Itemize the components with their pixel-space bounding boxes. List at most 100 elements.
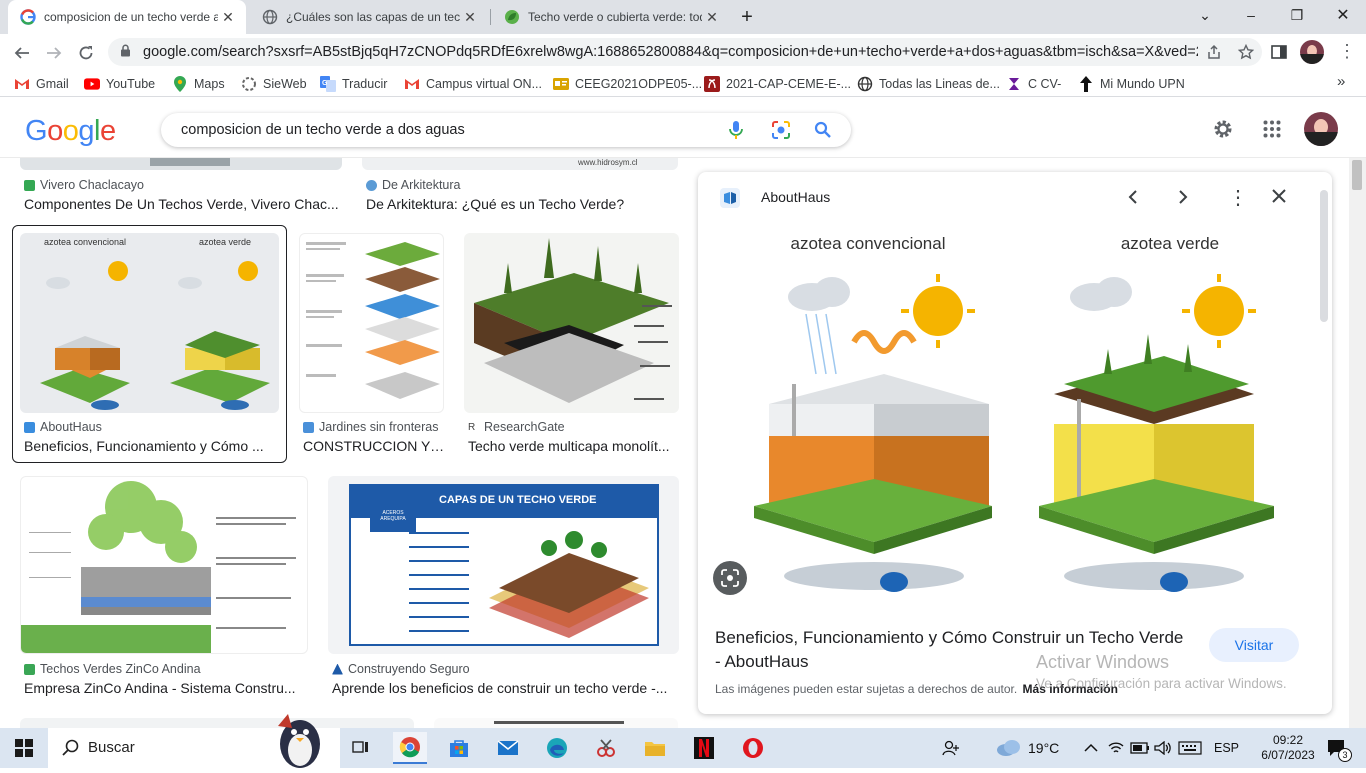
account-avatar[interactable] — [1304, 112, 1338, 146]
result-source[interactable]: Construyendo Seguro — [332, 662, 470, 676]
result-title[interactable]: CONSTRUCCION Y ... — [303, 438, 445, 454]
input-language[interactable]: ESP — [1214, 728, 1239, 768]
bookmark-upn[interactable]: Mi Mundo UPN — [1078, 76, 1185, 92]
result-image-4[interactable] — [299, 233, 444, 413]
settings-gear-icon[interactable] — [1212, 118, 1234, 145]
result-source[interactable]: Vivero Chaclacayo — [24, 178, 144, 192]
more-options-icon[interactable]: ⋮ — [1228, 185, 1248, 210]
taskbar-opera[interactable] — [736, 732, 770, 764]
search-input[interactable] — [181, 122, 701, 138]
taskbar-store[interactable] — [442, 732, 476, 764]
people-icon[interactable] — [942, 728, 960, 768]
tab-search-button[interactable]: ⌄ — [1182, 0, 1228, 30]
new-tab-button[interactable]: + — [732, 2, 762, 32]
back-button[interactable] — [8, 40, 36, 66]
chevron-left-icon[interactable] — [1124, 187, 1144, 212]
result-title[interactable]: Empresa ZinCo Andina - Sistema Constru..… — [24, 680, 308, 696]
bookmark-traducir[interactable]: G Traducir — [320, 76, 387, 92]
volume-icon[interactable] — [1154, 728, 1172, 768]
bookmark-campus[interactable]: Campus virtual ON... — [404, 76, 542, 92]
bookmarks-more[interactable]: » — [1337, 73, 1345, 90]
taskbar-edge[interactable] — [540, 732, 574, 764]
lens-icon[interactable] — [771, 120, 791, 144]
keyboard-icon[interactable] — [1178, 728, 1202, 768]
side-panel-icon[interactable] — [1270, 43, 1288, 66]
result-title[interactable]: Techo verde multicapa monolít... — [468, 438, 678, 454]
network-icon[interactable] — [1108, 728, 1124, 768]
microphone-icon[interactable] — [729, 121, 743, 143]
search-icon[interactable] — [814, 121, 831, 142]
image-label: azotea verde — [199, 237, 251, 247]
browser-menu-icon[interactable]: ⋮ — [1338, 42, 1356, 60]
profile-avatar[interactable] — [1300, 40, 1324, 64]
bookmark-sieweb[interactable]: SieWeb — [241, 76, 307, 92]
result-image-6[interactable] — [20, 476, 308, 654]
chevron-up-icon[interactable] — [1084, 728, 1098, 768]
source-label: Techos Verdes ZinCo Andina — [40, 662, 201, 676]
address-bar[interactable]: google.com/search?sxsrf=AB5stBjq5qH7zCNO… — [108, 38, 1262, 66]
minimize-button[interactable]: – — [1228, 0, 1274, 30]
page-scrollbar[interactable] — [1349, 158, 1366, 728]
battery-icon[interactable] — [1130, 728, 1150, 768]
panel-scrollbar[interactable] — [1318, 178, 1330, 708]
result-image-3[interactable]: azotea convencional azotea verde — [20, 233, 279, 413]
bookmark-ceeg[interactable]: CEEG2021ODPE05-... — [553, 76, 702, 92]
chrome-icon — [399, 737, 420, 758]
panel-source-name[interactable]: AboutHaus — [761, 189, 830, 205]
lock-icon — [120, 44, 131, 60]
close-icon[interactable] — [1270, 187, 1288, 210]
apps-grid-icon[interactable] — [1263, 120, 1281, 143]
result-source[interactable]: AboutHaus — [24, 420, 102, 434]
visit-button[interactable]: Visitar — [1209, 628, 1299, 662]
result-title[interactable]: Beneficios, Funcionamiento y Cómo ... — [24, 438, 280, 454]
start-button[interactable] — [6, 732, 42, 764]
result-image-9[interactable] — [434, 718, 678, 728]
result-title[interactable]: Componentes De Un Techos Verde, Vivero C… — [24, 196, 342, 212]
result-image-8[interactable] — [20, 718, 414, 728]
result-title[interactable]: Aprende los beneficios de construir un t… — [332, 680, 678, 696]
site-favicon — [24, 663, 35, 675]
bookmark-youtube[interactable]: YouTube — [84, 76, 155, 92]
star-icon[interactable] — [1230, 44, 1262, 60]
preview-image[interactable]: azotea convencional azotea verde — [734, 224, 1282, 610]
tab-capas-techo[interactable]: ¿Cuáles son las capas de un techo verde?… — [250, 0, 488, 34]
bookmark-ccv[interactable]: C CV- — [1006, 76, 1061, 92]
notification-center[interactable]: 3 — [1326, 728, 1352, 768]
visual-search-lens-icon[interactable] — [713, 561, 747, 595]
forward-button[interactable] — [40, 40, 68, 66]
tab-google-search[interactable]: composicion de un techo verde a dos agua… — [8, 0, 246, 34]
bookmark-gmail[interactable]: Gmail — [14, 76, 69, 92]
result-title[interactable]: De Arkitektura: ¿Qué es un Techo Verde? — [366, 196, 678, 212]
result-source[interactable]: R ResearchGate — [468, 420, 565, 434]
bookmark-maps[interactable]: Maps — [172, 76, 225, 92]
restore-button[interactable]: ❐ — [1274, 0, 1320, 30]
bookmark-cap[interactable]: 2021-CAP-CEME-E-... — [704, 76, 851, 92]
result-image-2[interactable]: www.hidrosym.cl — [362, 158, 678, 170]
share-icon[interactable] — [1198, 44, 1230, 60]
task-view-button[interactable] — [344, 732, 378, 764]
google-logo[interactable]: Google — [25, 115, 116, 148]
result-image-1[interactable] — [20, 158, 342, 170]
reload-button[interactable] — [72, 40, 100, 66]
close-tab-icon[interactable]: ✕ — [702, 9, 722, 26]
bookmark-lineas[interactable]: Todas las Lineas de... — [857, 76, 1000, 92]
close-tab-icon[interactable]: ✕ — [218, 9, 238, 26]
edge-icon — [547, 738, 567, 758]
taskbar-snipping-tool[interactable] — [589, 732, 623, 764]
chevron-right-icon[interactable] — [1172, 187, 1192, 212]
taskbar-search-box[interactable]: Buscar — [48, 714, 340, 768]
result-image-5[interactable] — [464, 233, 679, 413]
result-image-7[interactable]: CAPAS DE UN TECHO VERDE ACEROS AREQUIPA — [328, 476, 679, 654]
result-source[interactable]: Jardines sin fronteras — [303, 420, 439, 434]
taskbar-mail[interactable] — [491, 732, 525, 764]
close-tab-icon[interactable]: ✕ — [460, 9, 480, 26]
tab-techo-verde[interactable]: Techo verde o cubierta verde: todo lo qu… — [492, 0, 730, 34]
clock[interactable]: 09:22 6/07/2023 — [1252, 728, 1324, 768]
taskbar-netflix[interactable] — [687, 732, 721, 764]
close-window-button[interactable]: ✕ — [1320, 0, 1366, 30]
result-source[interactable]: De Arkitektura — [366, 178, 461, 192]
weather-widget[interactable]: 19°C — [996, 728, 1059, 768]
result-source[interactable]: Techos Verdes ZinCo Andina — [24, 662, 201, 676]
taskbar-file-explorer[interactable] — [638, 732, 672, 764]
taskbar-chrome[interactable] — [393, 732, 427, 764]
